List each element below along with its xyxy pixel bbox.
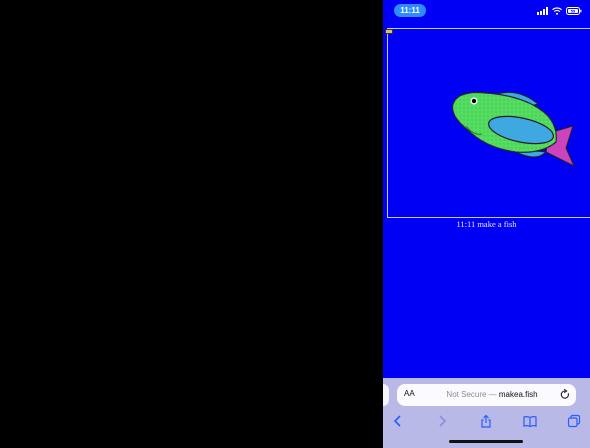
phone-screen: 11:11 59 11:11 make a fish AA Not Secure…	[383, 0, 590, 448]
battery-icon: 59	[566, 7, 582, 15]
wifi-icon	[552, 7, 562, 15]
page-tiny-icon	[385, 29, 393, 34]
reload-icon[interactable]	[560, 389, 570, 400]
security-warning: Not Secure —	[446, 390, 499, 399]
signal-icon	[537, 7, 548, 15]
fish-drawing	[451, 91, 576, 168]
forward-icon[interactable]	[435, 414, 449, 428]
fish-pupil	[471, 98, 477, 104]
status-time[interactable]: 11:11	[394, 4, 426, 17]
safari-bottom-bar: AA Not Secure — makea.fish	[383, 378, 590, 448]
home-indicator[interactable]	[449, 440, 523, 443]
tabs-icon[interactable]	[567, 414, 581, 428]
safari-toolbar	[383, 411, 590, 431]
back-icon[interactable]	[391, 414, 405, 428]
battery-level: 59	[571, 9, 576, 14]
status-icons: 59	[537, 6, 582, 16]
share-icon[interactable]	[479, 414, 493, 428]
reader-settings-button[interactable]: AA	[404, 389, 415, 398]
url-host: makea.fish	[498, 390, 538, 399]
previous-tab-peek[interactable]	[383, 384, 389, 406]
left-black-area	[0, 0, 383, 448]
bookmarks-icon[interactable]	[523, 414, 537, 428]
url-display[interactable]: Not Secure — makea.fish	[427, 390, 557, 399]
page-caption: 11:11 make a fish	[456, 219, 517, 229]
status-bar: 11:11 59	[383, 0, 590, 22]
address-bar[interactable]: AA Not Secure — makea.fish	[397, 384, 576, 406]
